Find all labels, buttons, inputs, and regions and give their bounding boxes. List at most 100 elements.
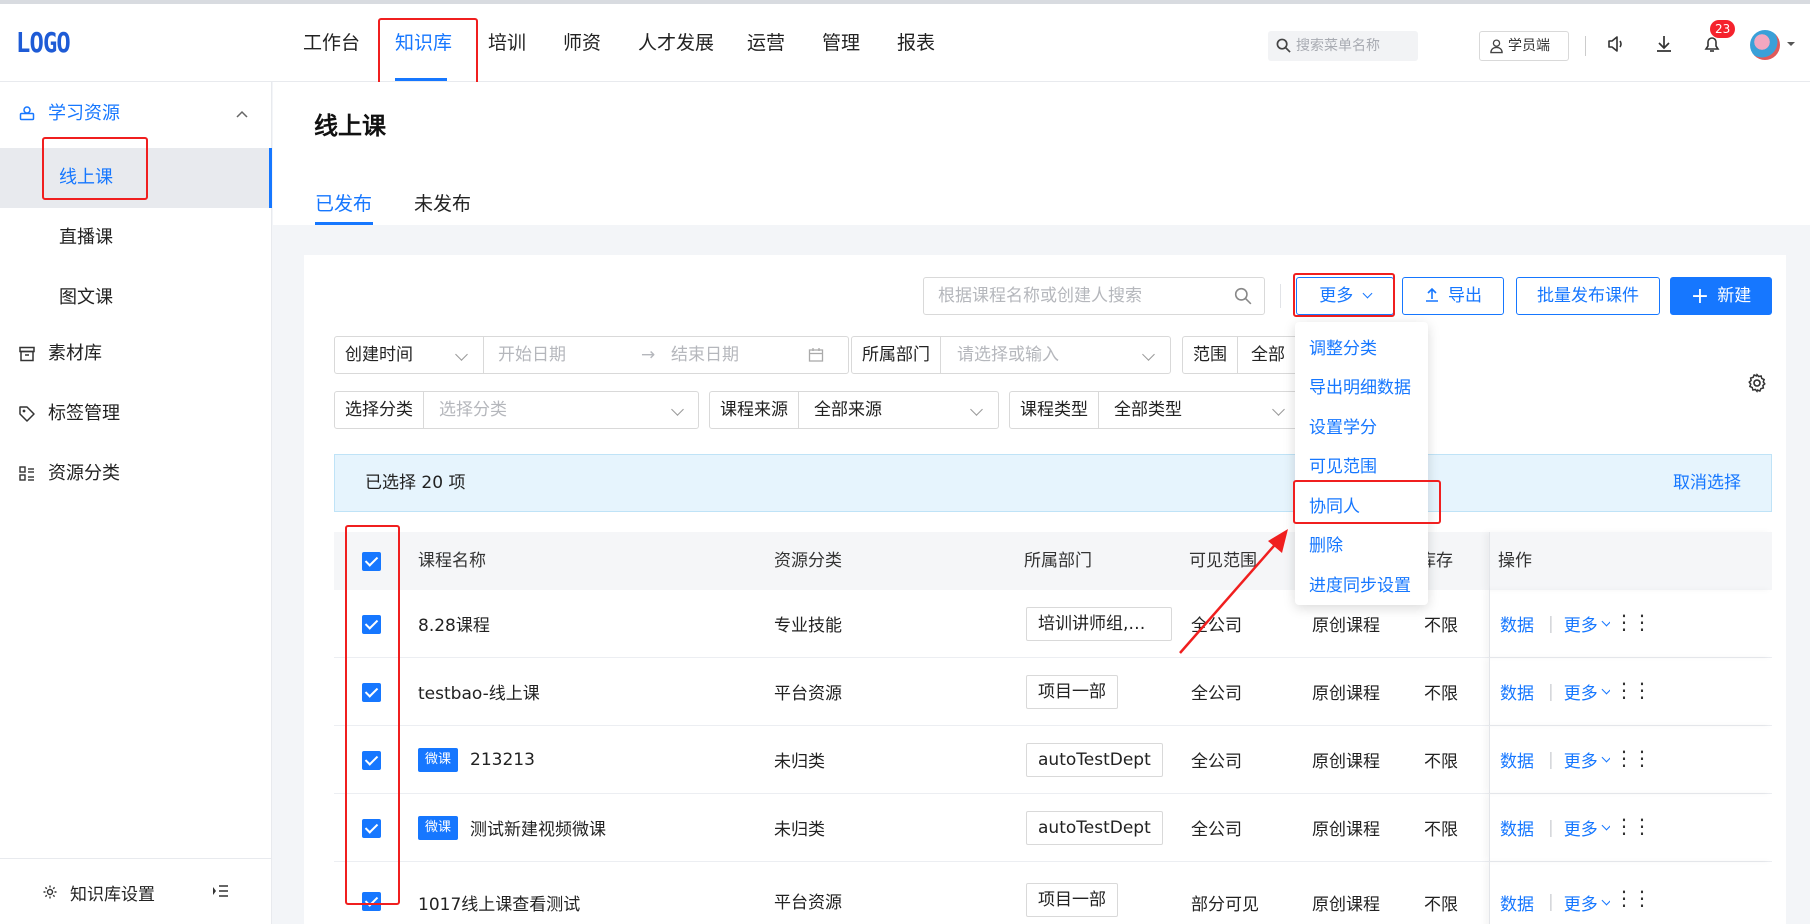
course-name-cell: 微课 213213 [418,726,535,793]
type-filter[interactable]: 课程类型 全部类型 [1009,391,1301,429]
sidebar-group-label: 学习资源 [48,103,120,124]
chevron-down-icon[interactable] [1786,40,1796,48]
nav-reports[interactable]: 报表 [897,28,935,55]
menu-item-set-credits[interactable]: 设置学分 [1309,413,1377,438]
nav-teachers[interactable]: 师资 [563,28,601,55]
source-cell: 原创课程 [1312,752,1380,772]
cancel-selection-link[interactable]: 取消选择 [1673,455,1741,511]
export-button[interactable]: 导出 [1402,277,1504,315]
collapse-sidebar-icon[interactable] [212,884,228,898]
table-row: 微课 213213 未归类 autoTestDept 全公司 原创课程 不限 数据… [334,726,1772,794]
nav-management[interactable]: 管理 [822,28,860,55]
batch-publish-button[interactable]: 批量发布课件 [1516,277,1660,315]
dept-filter-label: 所属部门 [852,337,941,373]
nav-operations[interactable]: 运营 [747,28,785,55]
table-row: 1017线上课查看测试 平台资源 项目一部 部分可见 原创课程 不限 数据 | 更… [334,862,1772,924]
menu-item-delete[interactable]: 删除 [1309,531,1343,556]
export-button-label: 导出 [1448,286,1482,306]
dept-chip: autoTestDept [1026,810,1163,845]
dept-filter-placeholder: 请选择或输入 [957,345,1059,365]
row-more-link[interactable]: 更多 [1564,679,1598,704]
source-filter-value: 全部来源 [814,400,882,420]
row-more-link[interactable]: 更多 [1564,611,1598,636]
course-search-input[interactable]: 根据课程名称或创建人搜索 [923,277,1265,315]
create-button[interactable]: + 新建 [1670,277,1772,315]
drag-handle-icon[interactable]: ⋮⋮ [1614,610,1652,634]
department-filter[interactable]: 所属部门 请选择或输入 [851,336,1171,374]
menu-item-export-details[interactable]: 导出明细数据 [1309,373,1411,398]
course-name[interactable]: 8.28课程 [418,611,490,636]
tab-unpublished[interactable]: 未发布 [414,189,471,216]
sidebar-group-learning-resources[interactable]: 学习资源 [0,86,272,142]
course-name[interactable]: 213213 [470,750,535,770]
created-time-filter[interactable]: 创建时间 开始日期 → 结束日期 [334,336,849,374]
dept-cell: autoTestDept [1026,794,1163,861]
page-title: 线上课 [314,112,386,140]
nav-training[interactable]: 培训 [488,28,526,55]
data-link[interactable]: 数据 [1500,679,1534,704]
download-icon[interactable] [1654,34,1674,54]
sidebar-item-material-library[interactable]: 素材库 [0,324,272,384]
batch-publish-label: 批量发布课件 [1537,286,1639,306]
scope-filter[interactable]: 范围 全部 [1182,336,1302,374]
highlight-box-collaborators [1293,480,1441,524]
student-portal-label: 学员端 [1508,38,1550,54]
micro-course-tag: 微课 [418,815,459,840]
toolbar-divider [1280,284,1281,308]
drag-handle-icon[interactable]: ⋮⋮ [1614,678,1652,702]
sidebar-item-resource-category[interactable]: 资源分类 [0,444,272,504]
drag-handle-icon[interactable]: ⋮⋮ [1614,814,1652,838]
student-portal-button[interactable]: 学员端 [1479,31,1569,61]
ops-cell: 数据 | 更多 ⋮⋮ [1489,726,1772,793]
row-more-link[interactable]: 更多 [1564,747,1598,772]
chevron-down-icon [970,403,983,416]
type-filter-value: 全部类型 [1114,400,1182,420]
scope-filter-value: 全部 [1251,345,1285,365]
speaker-icon[interactable] [1606,34,1626,54]
tag-icon [19,406,35,422]
data-link[interactable]: 数据 [1500,890,1534,915]
drag-handle-icon[interactable]: ⋮⋮ [1614,746,1652,770]
kb-settings-link[interactable]: 知识库设置 [70,880,155,905]
logo: LOGO [16,26,71,59]
nav-workbench[interactable]: 工作台 [303,28,360,55]
search-icon[interactable] [1234,287,1252,305]
course-name[interactable]: 1017线上课查看测试 [418,890,580,915]
tab-published[interactable]: 已发布 [315,189,372,216]
chevron-down-icon [1601,752,1610,763]
menu-item-progress-sync[interactable]: 进度同步设置 [1309,571,1411,596]
row-more-link[interactable]: 更多 [1564,890,1598,915]
sidebar-footer: 知识库设置 [0,858,272,924]
range-arrow-icon: → [641,345,656,365]
avatar[interactable] [1750,30,1780,60]
chevron-down-icon [1601,820,1610,831]
calendar-icon[interactable] [808,347,824,363]
drag-handle-icon[interactable]: ⋮⋮ [1614,886,1652,910]
ops-cell: 数据 | 更多 ⋮⋮ [1489,590,1772,657]
end-date-input[interactable]: 结束日期 [671,337,739,373]
category-filter[interactable]: 选择分类 选择分类 [334,391,699,429]
nav-talent[interactable]: 人才发展 [638,28,714,55]
table-header: 课程名称 资源分类 所属部门 可见范围 库存 操作 [334,532,1772,590]
data-link[interactable]: 数据 [1500,611,1534,636]
annotation-arrow [1179,529,1288,654]
chevron-down-icon [1601,684,1610,695]
sidebar-item-label: 标签管理 [48,403,120,424]
category-cell: 平台资源 [774,684,842,704]
menu-item-adjust-category[interactable]: 调整分类 [1309,334,1377,359]
gear-icon[interactable] [1747,373,1767,393]
resource-icon [19,106,35,121]
data-link[interactable]: 数据 [1500,747,1534,772]
course-name[interactable]: testbao-线上课 [418,679,540,704]
start-date-input[interactable]: 开始日期 [498,337,566,373]
data-link[interactable]: 数据 [1500,815,1534,840]
row-more-link[interactable]: 更多 [1564,815,1598,840]
course-name[interactable]: 测试新建视频微课 [470,815,606,840]
menu-item-visible-scope[interactable]: 可见范围 [1309,452,1377,477]
sidebar-item-tag-management[interactable]: 标签管理 [0,384,272,444]
page-header [273,82,1810,225]
sidebar-item-article-course[interactable]: 图文课 [0,268,272,328]
source-filter[interactable]: 课程来源 全部来源 [709,391,999,429]
sidebar-item-live-course[interactable]: 直播课 [0,208,272,268]
menu-search-input[interactable]: 搜索菜单名称 [1268,31,1418,61]
